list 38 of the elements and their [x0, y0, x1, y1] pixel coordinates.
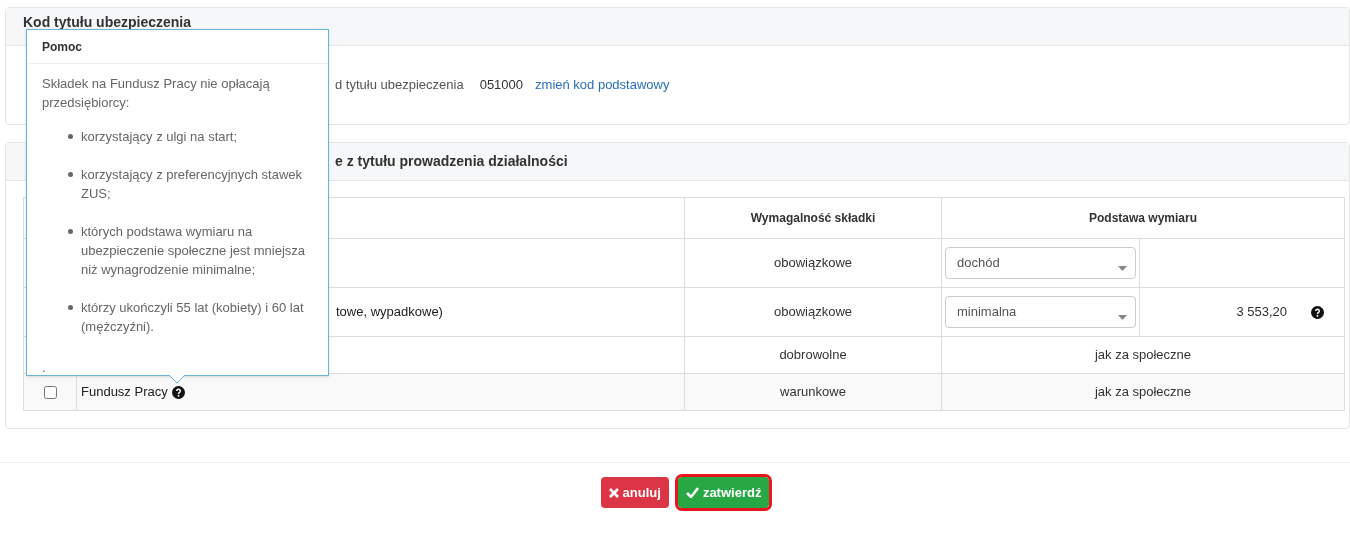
- code-value: 051000: [479, 76, 524, 95]
- popover-title: Pomoc: [42, 38, 82, 56]
- bullet-icon: [68, 134, 73, 139]
- table-cell: obowiązkowe: [684, 238, 942, 288]
- checkbox[interactable]: [43, 386, 57, 400]
- popover-list-item: korzystający z ulgi na start;: [81, 128, 238, 146]
- row-name: towe, wypadkowe): [336, 303, 443, 322]
- bullet-icon: [68, 229, 73, 234]
- code-label: d tytułu ubezpieczenia: [335, 76, 464, 95]
- column-header: Wymagalność składki: [684, 197, 942, 239]
- close-icon: [608, 487, 619, 498]
- table-cell: obowiązkowe: [684, 287, 942, 337]
- table-cell: jak za społeczne: [941, 373, 1345, 411]
- help-icon[interactable]: [1311, 305, 1324, 319]
- popover-list-item: korzystający z preferencyjnych stawek ZUS;: [81, 166, 304, 203]
- help-icon[interactable]: [171, 385, 185, 399]
- row-name: Fundusz Pracy: [81, 383, 168, 402]
- bullet-icon: [68, 305, 73, 310]
- cancel-button[interactable]: anuluj: [600, 477, 669, 508]
- table-cell: dobrowolne: [684, 336, 942, 374]
- select-field[interactable]: minimalna: [945, 296, 1136, 328]
- popover-list-item: których podstawa wymiaru na ubezpieczenie społeczne jest mniejsza niż wynagrodzenie minimalne;: [81, 223, 306, 279]
- change-code-link[interactable]: zmień kod podstawowy: [535, 75, 670, 95]
- amount: 3 553,20: [1236, 303, 1287, 322]
- caret-icon: [1118, 315, 1127, 320]
- table-cell: warunkowe: [684, 373, 942, 411]
- popover-list-item: którzy ukończyli 55 lat (kobiety) i 60 lat (mężczyźni).: [81, 299, 305, 336]
- caret-icon: [1118, 266, 1127, 271]
- popover-text: .: [42, 359, 47, 377]
- panel-title: e z tytułu prowadzenia działalności: [335, 152, 568, 171]
- confirm-button[interactable]: zatwierdź: [677, 477, 770, 508]
- panel-title: Kod tytułu ubezpieczenia: [23, 13, 191, 32]
- table-cell: jak za społeczne: [941, 336, 1345, 374]
- column-header: Podstawa wymiaru: [941, 197, 1345, 239]
- bullet-icon: [68, 172, 73, 177]
- popover-text: Składek na Fundusz Pracy nie opłacają przedsiębiorcy:: [42, 75, 271, 112]
- select-field[interactable]: dochód: [945, 247, 1136, 279]
- check-icon: [685, 487, 699, 498]
